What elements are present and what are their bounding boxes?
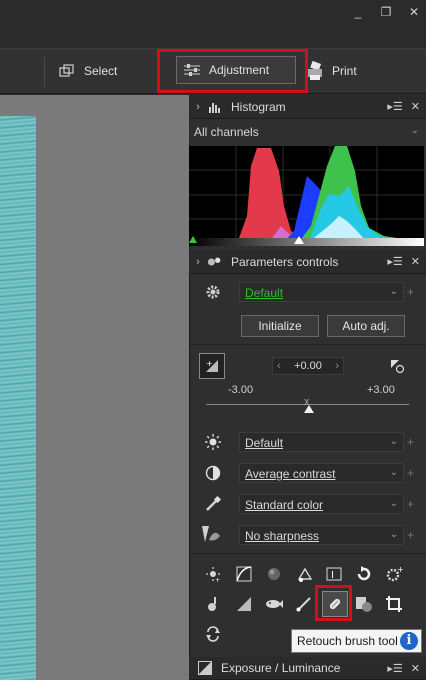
minimize-button[interactable]: _	[346, 2, 370, 22]
title-bar: _ ❐ ✕	[0, 0, 426, 48]
parameters-icon	[207, 255, 223, 269]
parameters-title: Parameters controls	[231, 254, 339, 269]
color-value: Standard color	[245, 498, 324, 512]
panel-divider	[189, 553, 426, 554]
exposure-value: +0.00	[294, 360, 322, 372]
chevron-right-icon[interactable]: ›	[189, 256, 207, 268]
preset-select[interactable]: Default ⌄	[239, 282, 404, 302]
panel-close-icon[interactable]: ✕	[411, 662, 420, 675]
color-dropper-icon	[202, 493, 224, 515]
color-select[interactable]: Standard color ⌄	[239, 494, 404, 514]
chevron-down-icon: ⌄	[389, 529, 398, 540]
exposure-reset-icon[interactable]	[386, 355, 408, 377]
shadow-marker[interactable]	[189, 236, 197, 243]
sharpness-icon	[200, 523, 222, 545]
contrast-icon	[202, 462, 224, 484]
decrement-icon[interactable]: ‹	[277, 360, 281, 372]
chevron-right-icon[interactable]: ›	[189, 101, 207, 113]
add-button[interactable]: +	[407, 528, 414, 542]
exposure-panel-title: Exposure / Luminance	[221, 661, 341, 675]
fish-eye-icon[interactable]	[262, 592, 286, 616]
rotate-icon[interactable]	[352, 562, 376, 586]
image-canvas[interactable]	[0, 95, 189, 680]
retouch-brush-tooltip: Retouch brush tool i	[291, 629, 422, 653]
panel-menu-icon[interactable]: ▸☰	[387, 255, 402, 268]
auto-adjust-button[interactable]: Auto adj.	[327, 315, 405, 337]
initialize-button[interactable]: Initialize	[241, 315, 319, 337]
increment-icon[interactable]: ›	[335, 360, 339, 372]
panel-close-icon[interactable]: ✕	[411, 255, 420, 268]
tone-curve-icon[interactable]	[232, 562, 256, 586]
slider-min-label: -3.00	[228, 384, 254, 396]
panel-menu-icon[interactable]: ▸☰	[387, 100, 402, 113]
gradient-icon[interactable]	[232, 592, 256, 616]
histogram-title: Histogram	[231, 99, 286, 114]
panel-menu-icon[interactable]: ▸☰	[387, 662, 402, 675]
svg-text:+: +	[397, 565, 404, 574]
straighten-icon[interactable]: I	[322, 562, 346, 586]
exposure-luminance-header[interactable]: Exposure / Luminance ▸☰ ✕	[189, 657, 426, 680]
sharpness-value: No sharpness	[245, 529, 320, 543]
print-button[interactable]: Print	[306, 55, 357, 87]
contrast-select[interactable]: Average contrast ⌄	[239, 463, 404, 483]
select-button[interactable]: Select	[58, 55, 117, 87]
photo-preview	[0, 116, 36, 680]
chevron-down-icon: ⌄	[389, 498, 398, 509]
panel-divider	[189, 344, 426, 345]
crop-icon[interactable]	[382, 592, 406, 616]
tooltip-text: Retouch brush tool	[297, 634, 398, 648]
svg-text:I: I	[331, 570, 334, 581]
highlight-retouch-brush	[315, 585, 352, 621]
svg-text:+: +	[206, 359, 213, 368]
exposure-slider-thumb[interactable]	[304, 405, 314, 413]
add-button[interactable]: +	[407, 435, 414, 449]
contrast-value: Average contrast	[245, 467, 336, 481]
info-icon[interactable]: i	[400, 632, 418, 650]
select-icon	[58, 62, 76, 80]
picture-control-value: Default	[245, 436, 284, 450]
color-control-point-icon[interactable]: +	[382, 562, 406, 586]
channel-select[interactable]: All channels ⌄	[189, 122, 424, 142]
add-button[interactable]: +	[407, 466, 414, 480]
slider-max-label: +3.00	[367, 384, 395, 396]
brush-icon[interactable]	[292, 592, 316, 616]
chevron-down-icon: ⌄	[389, 286, 398, 297]
close-button[interactable]: ✕	[402, 2, 426, 22]
reset-adjustments-icon[interactable]	[201, 622, 225, 646]
printer-icon	[306, 61, 324, 80]
parameters-header[interactable]: › Parameters controls ▸☰ ✕	[189, 250, 426, 274]
toolbar-separator	[44, 57, 45, 87]
midtone-marker[interactable]	[294, 236, 304, 244]
exposure-icon	[197, 661, 213, 675]
histogram-chart	[189, 146, 424, 244]
chevron-down-icon: ⌄	[389, 436, 398, 447]
restore-button[interactable]: ❐	[374, 2, 398, 22]
print-label: Print	[332, 64, 357, 78]
channel-select-value: All channels	[194, 125, 259, 139]
panel-close-icon[interactable]: ✕	[411, 100, 420, 113]
spot-remover-icon[interactable]	[201, 592, 225, 616]
histogram-icon	[207, 100, 223, 114]
svg-text:+: +	[215, 577, 220, 583]
sharpness-select[interactable]: No sharpness ⌄	[239, 525, 404, 545]
chevron-down-icon: ⌄	[389, 467, 398, 478]
brightness-tool-icon[interactable]: +	[201, 562, 225, 586]
highlight-adjustment	[157, 49, 308, 93]
exposure-comp-icon[interactable]: +	[199, 353, 225, 379]
preset-value: Default	[245, 286, 284, 300]
histogram-gradient	[189, 238, 424, 246]
gear-icon	[202, 281, 224, 303]
exposure-stepper[interactable]: ‹ +0.00 ›	[272, 357, 344, 375]
select-label: Select	[84, 64, 118, 78]
chevron-down-icon: ⌄	[410, 125, 419, 136]
add-button[interactable]: +	[407, 497, 414, 511]
picture-control-select[interactable]: Default ⌄	[239, 432, 404, 452]
histogram-header[interactable]: › Histogram ▸☰ ✕	[189, 95, 426, 119]
color-booster-icon[interactable]	[292, 562, 316, 586]
color-balance-icon[interactable]	[262, 562, 286, 586]
add-preset-button[interactable]: +	[407, 285, 414, 299]
brightness-icon	[202, 431, 224, 453]
auto-retouch-icon[interactable]	[352, 592, 376, 616]
